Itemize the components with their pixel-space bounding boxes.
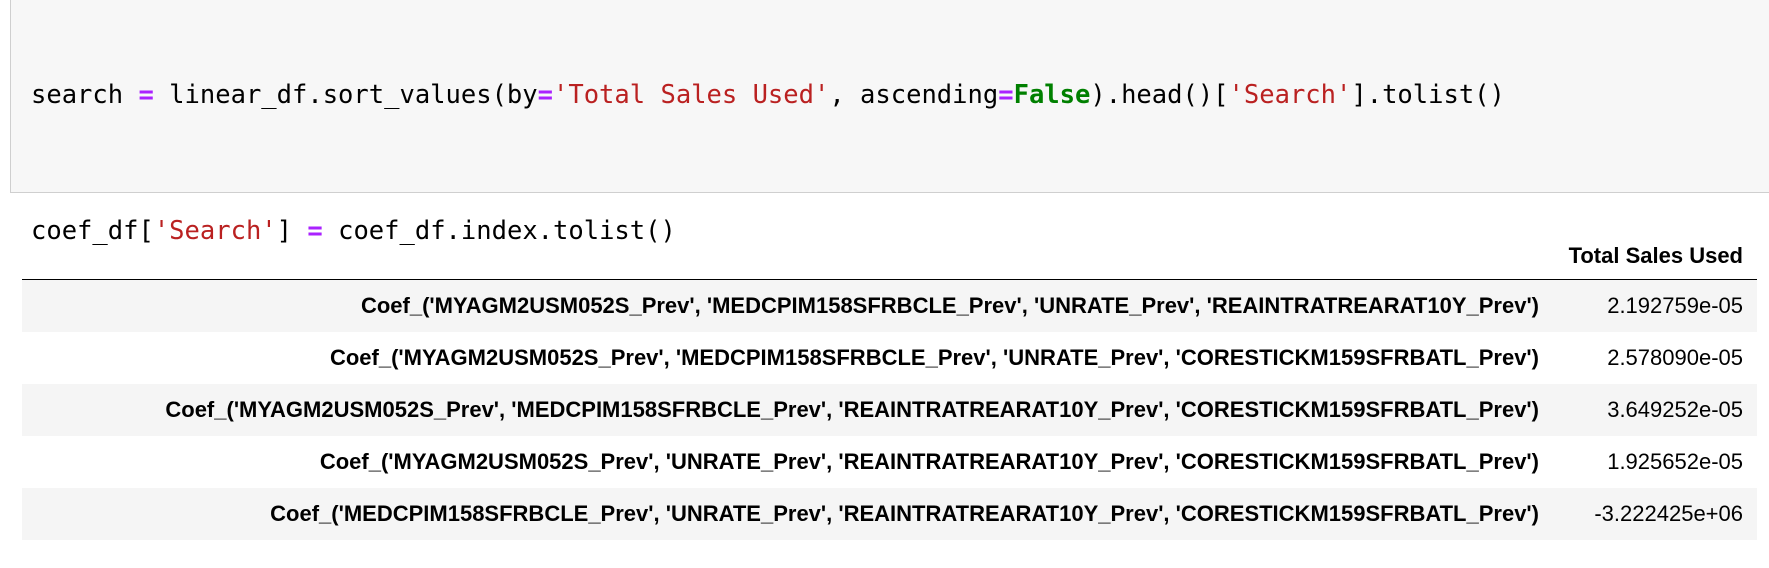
code-string: 'Total Sales Used' [553,80,830,110]
code-keyword: False [1013,80,1091,110]
code-cell-input[interactable]: search = linear_df.sort_values(by='Total… [10,0,1769,382]
dataframe-table: Total Sales Used Coef_('MYAGM2USM052S_Pr… [22,233,1757,540]
cell-output: Total Sales Used Coef_('MYAGM2USM052S_Pr… [22,233,1757,540]
row-index-label: Coef_('MYAGM2USM052S_Prev', 'MEDCPIM158S… [165,397,1539,422]
row-index-label: Coef_('MYAGM2USM052S_Prev', 'MEDCPIM158S… [329,345,1539,370]
code-operator: = [998,80,1014,110]
code-token: linear_df.sort_values(by [153,80,538,110]
row-index-label: Coef_('MEDCPIM158SFRBCLE_Prev', 'UNRATE_… [270,501,1539,526]
code-token: ].tolist() [1351,80,1505,110]
row-value: 3.649252e-05 [1607,397,1743,422]
code-operator: = [537,80,553,110]
code-string: 'Search' [1228,80,1352,110]
table-row: Coef_('MYAGM2USM052S_Prev', 'MEDCPIM158S… [22,279,1757,332]
index-header [22,233,1553,280]
code-token: , ascending [829,80,999,110]
table-row: Coef_('MYAGM2USM052S_Prev', 'MEDCPIM158S… [22,384,1757,436]
table-row: Coef_('MYAGM2USM052S_Prev', 'MEDCPIM158S… [22,332,1757,384]
code-token: ).head()[ [1090,80,1229,110]
row-value: 2.192759e-05 [1607,293,1743,318]
row-value: 2.578090e-05 [1607,345,1743,370]
code-line-1: search = linear_df.sort_values(by='Total… [31,78,1505,112]
code-operator: = [138,80,154,110]
row-index-label: Coef_('MYAGM2USM052S_Prev', 'UNRATE_Prev… [319,449,1539,474]
table-row: Coef_('MEDCPIM158SFRBCLE_Prev', 'UNRATE_… [22,488,1757,540]
row-value: 1.925652e-05 [1607,449,1743,474]
row-value: -3.222425e+06 [1594,501,1743,526]
table-row: Coef_('MYAGM2USM052S_Prev', 'UNRATE_Prev… [22,436,1757,488]
table-header-row: Total Sales Used [22,233,1757,280]
row-index-label: Coef_('MYAGM2USM052S_Prev', 'MEDCPIM158S… [360,293,1539,318]
code-token: search [31,80,139,110]
column-header: Total Sales Used [1568,243,1743,268]
